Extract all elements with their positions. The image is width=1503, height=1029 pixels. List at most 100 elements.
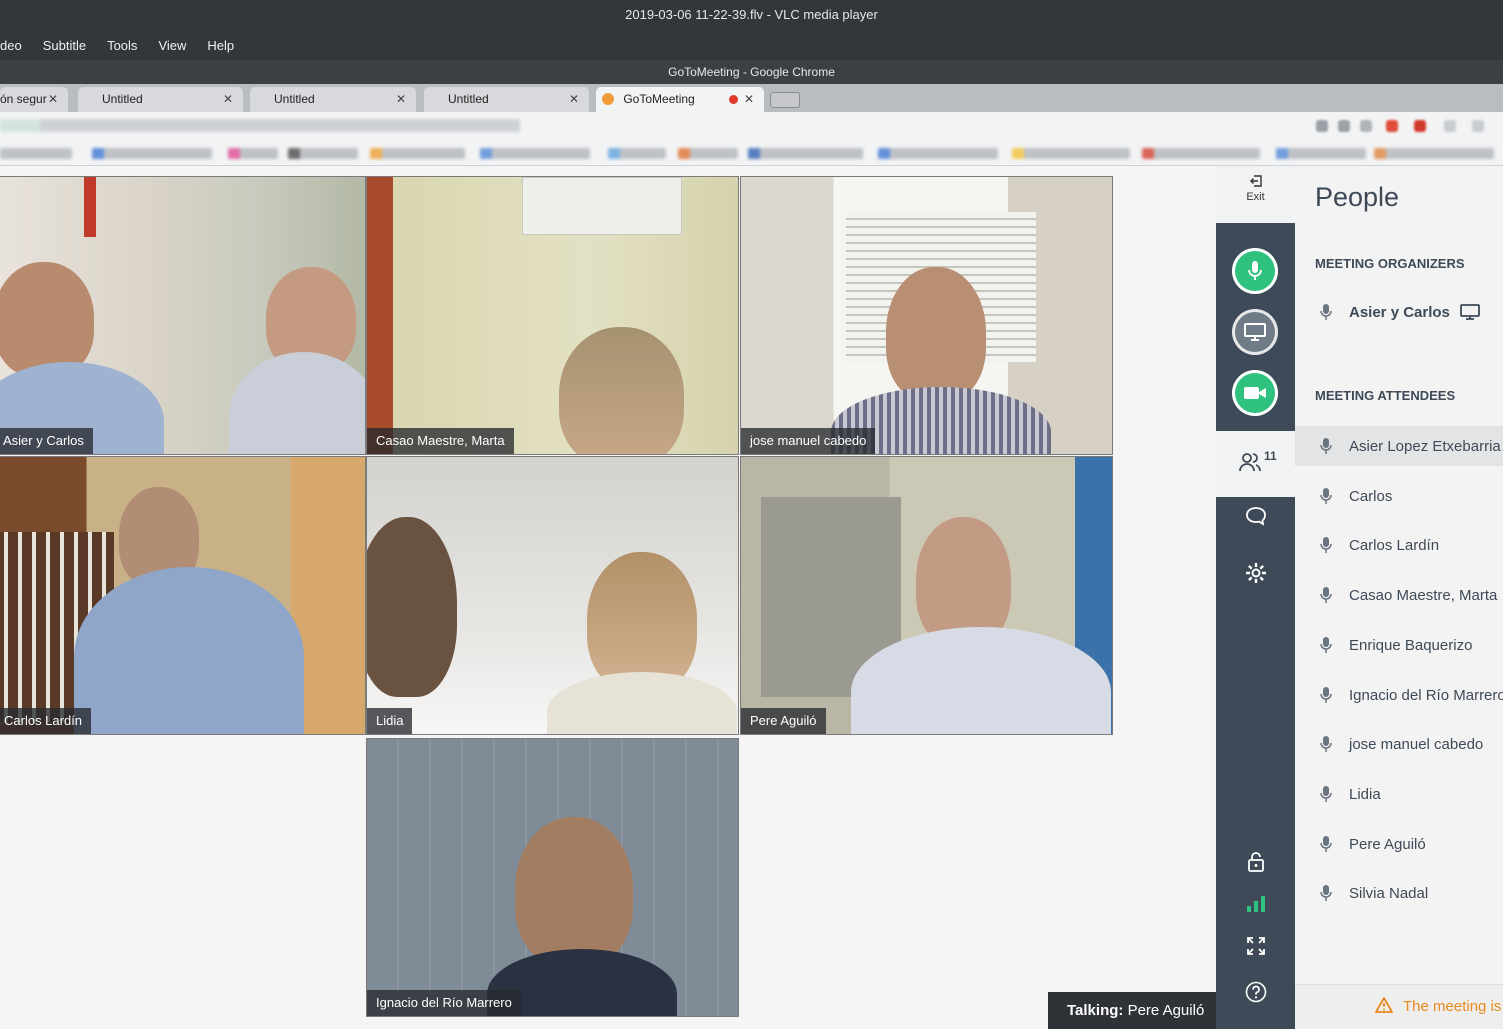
microphone-icon bbox=[1248, 261, 1262, 280]
close-tab-icon[interactable]: ✕ bbox=[396, 87, 406, 112]
video-tile[interactable]: jose manuel cabedo bbox=[740, 176, 1113, 455]
attendee-name: Asier Lopez Etxebarria bbox=[1349, 437, 1501, 455]
close-tab-icon[interactable]: ✕ bbox=[744, 87, 754, 112]
bookmark-item[interactable] bbox=[370, 148, 465, 159]
settings-button[interactable] bbox=[1244, 561, 1268, 585]
microphone-button[interactable] bbox=[1232, 248, 1278, 294]
attendee-row[interactable]: Carlos bbox=[1295, 476, 1503, 516]
exit-button[interactable]: Exit bbox=[1216, 166, 1295, 223]
talking-indicator: Talking: Pere Aguiló bbox=[1048, 992, 1216, 1029]
bookmark-item[interactable] bbox=[1276, 148, 1366, 159]
bookmark-item[interactable] bbox=[1374, 148, 1494, 159]
bookmark-item[interactable] bbox=[878, 148, 998, 159]
menu-tools[interactable]: Tools bbox=[107, 38, 137, 53]
help-button[interactable] bbox=[1244, 980, 1268, 1004]
people-icon bbox=[1239, 453, 1261, 472]
tab-label: ón segur bbox=[0, 92, 47, 106]
exit-label: Exit bbox=[1246, 191, 1265, 203]
close-tab-icon[interactable]: ✕ bbox=[223, 87, 233, 112]
microphone-icon bbox=[1317, 784, 1335, 804]
gotomeeting-favicon-icon bbox=[602, 93, 614, 105]
extension-icon[interactable] bbox=[1386, 120, 1398, 132]
browser-tab-active[interactable]: GoToMeeting ✕ bbox=[596, 87, 764, 112]
chat-button[interactable] bbox=[1244, 504, 1268, 528]
video-tile[interactable]: Asier y Carlos bbox=[0, 176, 366, 455]
new-tab-button[interactable] bbox=[770, 92, 800, 108]
video-tile[interactable]: Pere Aguiló bbox=[740, 456, 1113, 735]
vlc-window-title: 2019-03-06 11-22-39.flv - VLC media play… bbox=[0, 0, 1503, 30]
warning-text: The meeting is bbox=[1403, 998, 1502, 1015]
menu-help[interactable]: Help bbox=[207, 38, 234, 53]
browser-tab[interactable]: Untitled ✕ bbox=[424, 87, 589, 112]
attendee-row[interactable]: Silvia Nadal bbox=[1295, 873, 1503, 913]
chrome-window-title: GoToMeeting - Google Chrome bbox=[0, 60, 1503, 84]
organizer-name: Asier y Carlos bbox=[1349, 303, 1450, 321]
bookmark-item[interactable] bbox=[608, 148, 666, 159]
menu-view[interactable]: View bbox=[158, 38, 186, 53]
attendee-row[interactable]: Pere Aguiló bbox=[1295, 824, 1503, 864]
microphone-icon bbox=[1317, 486, 1335, 506]
bookmark-item[interactable] bbox=[678, 148, 738, 159]
browser-tab[interactable]: ón segur ✕ bbox=[0, 87, 68, 112]
browser-tab[interactable]: Untitled ✕ bbox=[250, 87, 416, 112]
video-tile[interactable]: Carlos Lardín bbox=[0, 456, 366, 735]
attendees-heading: MEETING ATTENDEES bbox=[1315, 388, 1456, 403]
attendee-row[interactable]: Enrique Baquerizo bbox=[1295, 625, 1503, 665]
bookmark-item[interactable] bbox=[1142, 148, 1260, 159]
extension-icon[interactable] bbox=[1360, 120, 1372, 132]
bookmark-item[interactable] bbox=[1012, 148, 1130, 159]
monitor-icon bbox=[1244, 323, 1266, 341]
video-feed-detail bbox=[84, 177, 96, 237]
close-tab-icon[interactable]: ✕ bbox=[48, 87, 58, 112]
camera-button[interactable] bbox=[1232, 370, 1278, 416]
attendee-row[interactable]: Carlos Lardín bbox=[1295, 525, 1503, 565]
close-tab-icon[interactable]: ✕ bbox=[569, 87, 579, 112]
video-tile[interactable]: Casao Maestre, Marta bbox=[366, 176, 739, 455]
bookmark-item[interactable] bbox=[288, 148, 358, 159]
people-tab[interactable]: 11 bbox=[1216, 431, 1295, 497]
presenter-monitor-icon bbox=[1459, 304, 1480, 320]
address-bar[interactable] bbox=[0, 112, 1503, 140]
video-tile[interactable]: Ignacio del Río Marrero bbox=[366, 738, 739, 1017]
meeting-toolbar: Exit 11 bbox=[1216, 166, 1295, 1029]
microphone-icon bbox=[1317, 834, 1335, 854]
url-blurred bbox=[0, 119, 520, 132]
attendee-row[interactable]: Casao Maestre, Marta bbox=[1295, 575, 1503, 615]
microphone-icon bbox=[1317, 302, 1335, 322]
organizer-row[interactable]: Asier y Carlos bbox=[1295, 292, 1503, 332]
attendee-row[interactable]: Lidia bbox=[1295, 774, 1503, 814]
bookmark-star-icon[interactable] bbox=[1316, 120, 1328, 132]
attendee-name: Lidia bbox=[1349, 785, 1381, 803]
connection-quality[interactable] bbox=[1244, 892, 1268, 916]
attendee-name: Ignacio del Río Marrero bbox=[1349, 686, 1503, 704]
bookmark-item[interactable] bbox=[228, 148, 278, 159]
microphone-icon bbox=[1317, 635, 1335, 655]
bookmark-item[interactable] bbox=[92, 148, 212, 159]
video-feed-detail bbox=[522, 177, 682, 235]
attendee-name: Carlos Lardín bbox=[1349, 536, 1440, 554]
meeting-warning-banner[interactable]: The meeting is bbox=[1295, 984, 1503, 1029]
tile-name-label: Asier y Carlos bbox=[0, 428, 93, 454]
screen-share-button[interactable] bbox=[1232, 309, 1278, 355]
tile-name-label: Carlos Lardín bbox=[0, 708, 92, 734]
bookmark-item[interactable] bbox=[748, 148, 863, 159]
browser-tab[interactable]: Untitled ✕ bbox=[78, 87, 243, 112]
panel-title: People bbox=[1315, 182, 1400, 212]
lock-button[interactable] bbox=[1244, 850, 1268, 874]
attendee-row[interactable]: jose manuel cabedo bbox=[1295, 724, 1503, 764]
attendee-row[interactable]: Ignacio del Río Marrero bbox=[1295, 675, 1503, 715]
menu-video[interactable]: deo bbox=[0, 38, 22, 53]
attendee-row[interactable]: Asier Lopez Etxebarria bbox=[1295, 426, 1503, 466]
fullscreen-button[interactable] bbox=[1244, 934, 1268, 958]
expand-icon bbox=[1247, 937, 1265, 955]
bookmark-item[interactable] bbox=[0, 148, 72, 159]
participant-face bbox=[367, 517, 457, 697]
extension-icon[interactable] bbox=[1444, 120, 1456, 132]
menu-icon[interactable] bbox=[1472, 120, 1484, 132]
zoom-icon[interactable] bbox=[1338, 120, 1350, 132]
menu-subtitle[interactable]: Subtitle bbox=[43, 38, 86, 53]
bookmark-item[interactable] bbox=[480, 148, 590, 159]
extension-icon[interactable] bbox=[1414, 120, 1426, 132]
video-tile[interactable]: Lidia bbox=[366, 456, 739, 735]
tab-label: Untitled bbox=[102, 92, 143, 106]
